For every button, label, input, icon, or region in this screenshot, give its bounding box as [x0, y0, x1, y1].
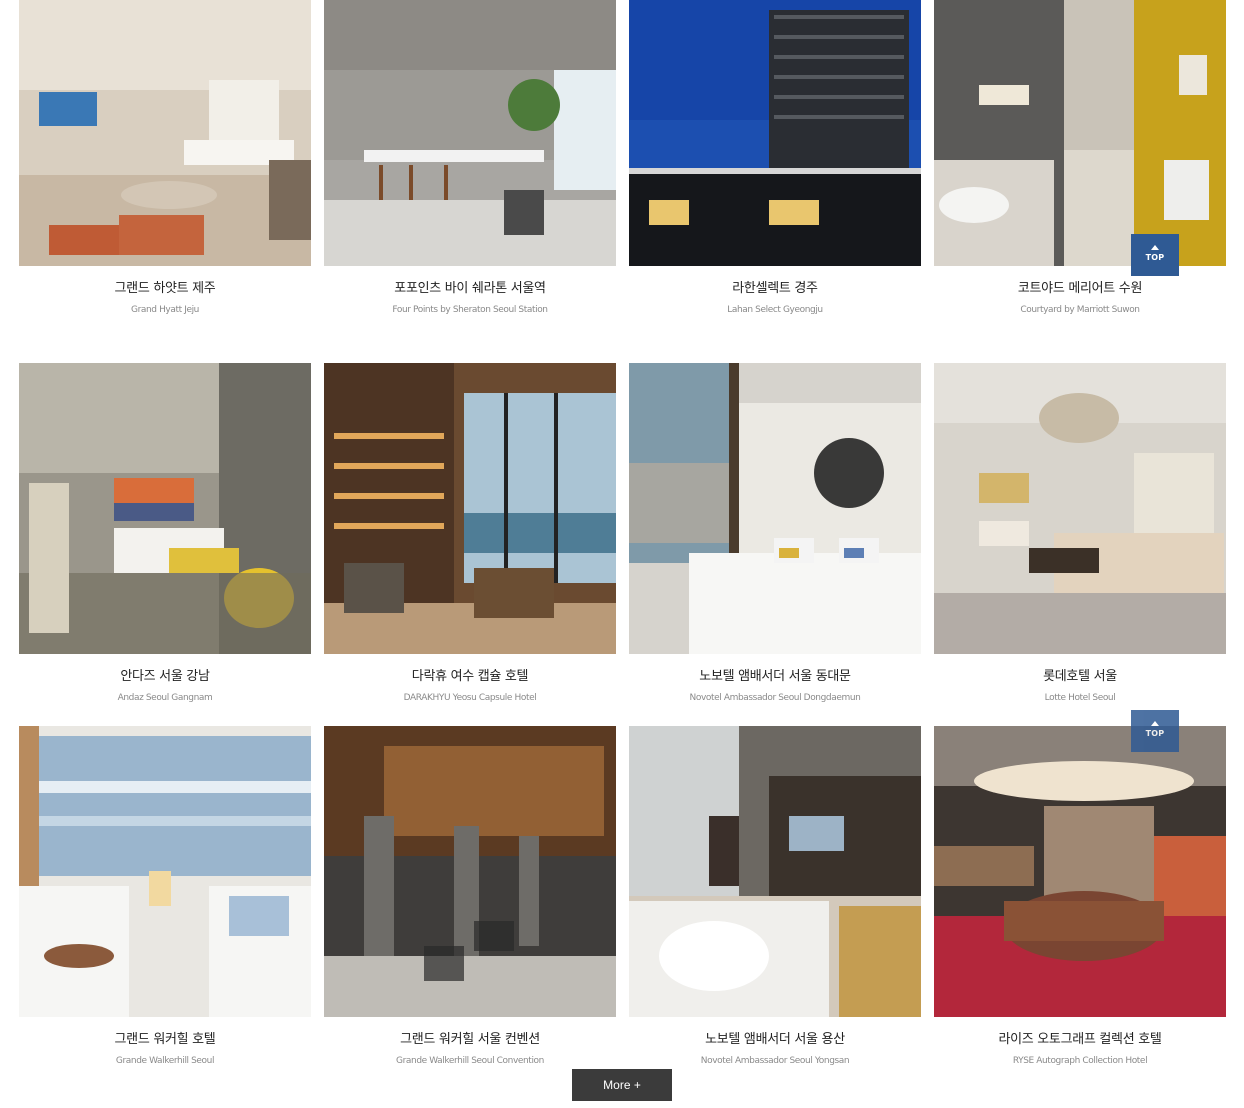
hotel-name-en: Novotel Ambassador Seoul Yongsan	[700, 1056, 850, 1066]
hotel-photo	[19, 726, 311, 1017]
hotel-photo	[324, 726, 616, 1017]
hotel-photo	[324, 363, 616, 654]
hotel-name-ko: 그랜드 워커힐 호텔	[114, 1032, 216, 1047]
hotel-name-en: Lahan Select Gyeongju	[727, 305, 823, 315]
hotel-card[interactable]: 롯데호텔 서울 Lotte Hotel Seoul	[934, 363, 1226, 726]
scroll-top-button[interactable]: TOP	[1131, 710, 1179, 752]
hotel-name-en: Courtyard by Marriott Suwon	[1020, 305, 1140, 315]
hotel-card[interactable]: 노보텔 앰배서더 서울 동대문 Novotel Ambassador Seoul…	[629, 363, 921, 726]
hotel-photo	[629, 0, 921, 266]
hotel-card[interactable]: 그랜드 하얏트 제주 Grand Hyatt Jeju	[19, 0, 311, 363]
scroll-top-label: TOP	[1145, 729, 1165, 738]
scroll-top-label: TOP	[1145, 253, 1165, 262]
hotel-card[interactable]: 포포인츠 바이 쉐라톤 서울역 Four Points by Sheraton …	[324, 0, 616, 363]
hotel-name-en: Four Points by Sheraton Seoul Station	[392, 305, 548, 315]
hotel-name-ko: 라이즈 오토그래프 컬렉션 호텔	[998, 1032, 1162, 1047]
hotel-name-en: DARAKHYU Yeosu Capsule Hotel	[403, 693, 537, 703]
hotel-card[interactable]: 라이즈 오토그래프 컬렉션 호텔 RYSE Autograph Collecti…	[934, 726, 1226, 1089]
hotel-photo	[934, 726, 1226, 1017]
hotel-name-ko: 코트야드 메리어트 수원	[1017, 281, 1143, 296]
hotel-card[interactable]: 라한셀렉트 경주 Lahan Select Gyeongju	[629, 0, 921, 363]
hotel-card[interactable]: 다락휴 여수 캡슐 호텔 DARAKHYU Yeosu Capsule Hote…	[324, 363, 616, 726]
hotel-name-en: Lotte Hotel Seoul	[1044, 693, 1116, 703]
hotel-name-en: Grande Walkerhill Seoul	[115, 1056, 215, 1066]
hotel-name-ko: 라한셀렉트 경주	[732, 281, 818, 296]
hotel-photo	[629, 363, 921, 654]
hotel-name-ko: 그랜드 워커힐 서울 컨벤션	[400, 1032, 540, 1047]
hotel-photo	[629, 726, 921, 1017]
hotel-card[interactable]: 그랜드 워커힐 호텔 Grande Walkerhill Seoul	[19, 726, 311, 1089]
hotel-name-en: Grande Walkerhill Seoul Convention	[396, 1056, 544, 1066]
hotel-name-ko: 다락휴 여수 캡슐 호텔	[411, 669, 529, 684]
hotel-photo	[19, 363, 311, 654]
hotel-photo	[19, 0, 311, 266]
more-button[interactable]: More +	[572, 1069, 672, 1101]
arrow-up-icon	[1151, 721, 1159, 726]
hotel-name-ko: 노보텔 앰배서더 서울 용산	[705, 1032, 845, 1047]
hotel-name-ko: 그랜드 하얏트 제주	[114, 281, 216, 296]
hotel-name-ko: 롯데호텔 서울	[1043, 669, 1117, 684]
hotel-name-ko: 노보텔 앰배서더 서울 동대문	[699, 669, 851, 684]
hotel-name-ko: 안다즈 서울 강남	[120, 669, 210, 684]
hotel-grid: 그랜드 하얏트 제주 Grand Hyatt Jeju 포포인츠 바이 쉐라톤 …	[19, 0, 1226, 1089]
hotel-name-ko: 포포인츠 바이 쉐라톤 서울역	[394, 281, 546, 296]
scroll-top-button[interactable]: TOP	[1131, 234, 1179, 276]
hotel-card[interactable]: 노보텔 앰배서더 서울 용산 Novotel Ambassador Seoul …	[629, 726, 921, 1089]
hotel-card[interactable]: 안다즈 서울 강남 Andaz Seoul Gangnam	[19, 363, 311, 726]
arrow-up-icon	[1151, 245, 1159, 250]
hotel-name-en: RYSE Autograph Collection Hotel	[1012, 1056, 1148, 1066]
hotel-name-en: Grand Hyatt Jeju	[131, 305, 199, 315]
hotel-photo	[324, 0, 616, 266]
hotel-card[interactable]: 그랜드 워커힐 서울 컨벤션 Grande Walkerhill Seoul C…	[324, 726, 616, 1089]
hotel-card[interactable]: 코트야드 메리어트 수원 Courtyard by Marriott Suwon	[934, 0, 1226, 363]
hotel-photo	[934, 363, 1226, 654]
hotel-name-en: Novotel Ambassador Seoul Dongdaemun	[689, 693, 861, 703]
hotel-name-en: Andaz Seoul Gangnam	[117, 693, 213, 703]
hotel-photo	[934, 0, 1226, 266]
